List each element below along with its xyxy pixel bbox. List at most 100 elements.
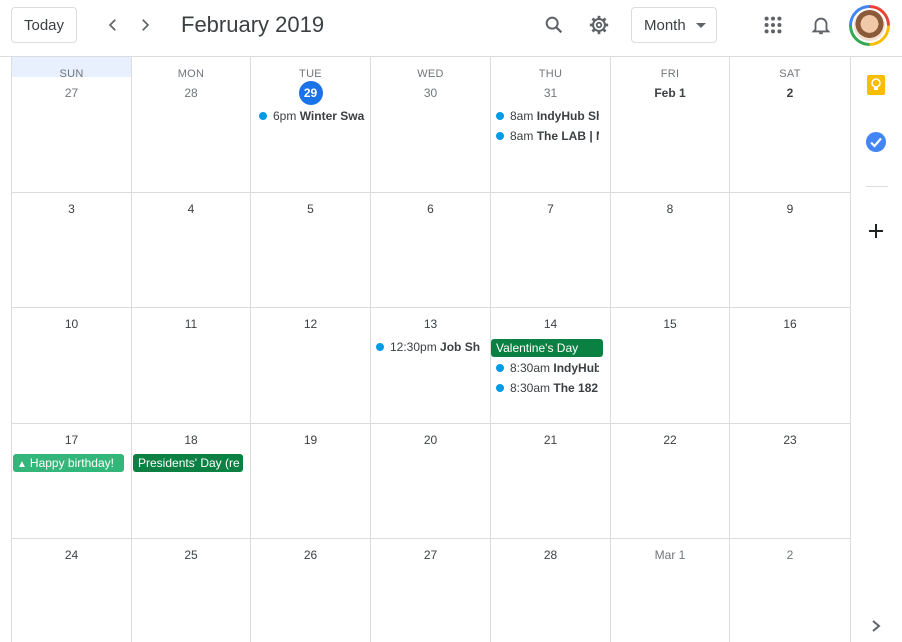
all-day-event-holiday[interactable]: Valentine's Day	[491, 339, 603, 357]
day-cell[interactable]: 25	[132, 539, 251, 642]
day-cell[interactable]: 18 Presidents' Day (re	[132, 424, 251, 538]
day-number[interactable]: 21	[491, 433, 610, 447]
day-cell[interactable]: FRI Feb 1	[611, 57, 730, 192]
day-cell[interactable]: 6	[371, 193, 491, 307]
day-number[interactable]: 26	[251, 548, 370, 562]
day-number[interactable]: 22	[611, 433, 729, 447]
expand-panel-button[interactable]	[865, 615, 887, 637]
day-number[interactable]: 27	[12, 86, 131, 100]
day-number[interactable]: 27	[371, 548, 490, 562]
day-number[interactable]: 2	[730, 548, 850, 562]
tasks-button[interactable]	[865, 131, 887, 153]
event-item[interactable]: 8am IndyHub Sh	[491, 107, 599, 125]
day-number[interactable]: 19	[251, 433, 370, 447]
day-cell[interactable]: 3	[12, 193, 132, 307]
day-number[interactable]: 30	[371, 86, 490, 100]
day-cell[interactable]: 4	[132, 193, 251, 307]
view-switcher[interactable]: Month	[631, 7, 717, 43]
event-dot-icon	[496, 384, 504, 392]
settings-button[interactable]	[585, 11, 613, 39]
day-number[interactable]: Mar 1	[611, 548, 729, 562]
day-cell[interactable]: Mar 1	[611, 539, 730, 642]
day-number[interactable]: 28	[491, 548, 610, 562]
day-number[interactable]: 8	[611, 202, 729, 216]
side-panel	[850, 57, 902, 642]
day-number[interactable]: 5	[251, 202, 370, 216]
event-item[interactable]: 8:30am IndyHub	[491, 359, 599, 377]
day-number[interactable]: 11	[132, 317, 250, 331]
day-cell[interactable]: 19	[251, 424, 371, 538]
day-number[interactable]: 28	[132, 86, 250, 100]
day-cell[interactable]: 15	[611, 308, 730, 423]
apps-button[interactable]	[759, 11, 787, 39]
day-number[interactable]: 12	[251, 317, 370, 331]
day-number[interactable]: 23	[730, 433, 850, 447]
day-cell[interactable]: 8	[611, 193, 730, 307]
all-day-event-birthday[interactable]: ▲ Happy birthday!	[13, 454, 124, 472]
event-item[interactable]: 8:30am The 182	[491, 379, 599, 397]
day-cell[interactable]: 10	[12, 308, 132, 423]
day-cell[interactable]: 21	[491, 424, 611, 538]
day-cell[interactable]: 14 Valentine's Day 8:30am IndyHub 8:30am…	[491, 308, 611, 423]
day-number[interactable]: 13	[371, 317, 490, 331]
day-cell[interactable]: 17 ▲ Happy birthday!	[12, 424, 132, 538]
day-number[interactable]: 15	[611, 317, 729, 331]
prev-month-button[interactable]	[99, 11, 127, 39]
day-cell[interactable]: 20	[371, 424, 491, 538]
today-button[interactable]: Today	[11, 7, 77, 43]
day-cell[interactable]: 13 12:30pm Job Sh	[371, 308, 491, 423]
today-marker[interactable]: 29	[298, 81, 323, 105]
divider	[866, 186, 888, 187]
day-number[interactable]: 25	[132, 548, 250, 562]
day-cell[interactable]: 22	[611, 424, 730, 538]
day-cell[interactable]: SAT 2	[730, 57, 851, 192]
day-number[interactable]: 20	[371, 433, 490, 447]
event-time: 12:30pm	[390, 340, 437, 354]
apps-grid-icon	[764, 16, 782, 34]
day-number[interactable]: 18	[132, 433, 250, 447]
all-day-event-holiday[interactable]: Presidents' Day (re	[133, 454, 243, 472]
event-item[interactable]: 12:30pm Job Sh	[371, 338, 489, 356]
day-number[interactable]: 3	[12, 202, 131, 216]
event-item[interactable]: 6pm Winter Swa	[254, 107, 368, 125]
day-number[interactable]: Feb 1	[611, 86, 729, 100]
search-button[interactable]	[540, 11, 568, 39]
day-cell[interactable]: 9	[730, 193, 851, 307]
day-cell[interactable]: 24	[12, 539, 132, 642]
day-cell[interactable]: 5	[251, 193, 371, 307]
day-cell[interactable]: 2	[730, 539, 851, 642]
day-number[interactable]: 9	[730, 202, 850, 216]
day-number[interactable]: 29	[251, 81, 370, 105]
day-cell[interactable]: 12	[251, 308, 371, 423]
day-number[interactable]: 31	[491, 86, 610, 100]
day-number[interactable]: 4	[132, 202, 250, 216]
event-item[interactable]: 8am The LAB | M	[491, 127, 599, 145]
day-cell[interactable]: 28	[491, 539, 611, 642]
day-cell[interactable]: MON 28	[132, 57, 251, 192]
day-cell[interactable]: SUN 27	[12, 57, 132, 192]
day-number[interactable]: 10	[12, 317, 131, 331]
account-avatar[interactable]	[849, 5, 890, 46]
day-cell[interactable]: TUE 29 6pm Winter Swa	[251, 57, 371, 192]
day-number[interactable]: 14	[491, 317, 610, 331]
event-title: The LAB | M	[536, 129, 599, 143]
next-month-button[interactable]	[131, 11, 159, 39]
day-cell[interactable]: 27	[371, 539, 491, 642]
day-cell[interactable]: 7	[491, 193, 611, 307]
notifications-button[interactable]	[807, 11, 835, 39]
day-cell[interactable]: 26	[251, 539, 371, 642]
event-dot-icon	[259, 112, 267, 120]
day-cell[interactable]: 11	[132, 308, 251, 423]
day-number[interactable]: 16	[730, 317, 850, 331]
day-cell[interactable]: 16	[730, 308, 851, 423]
add-addon-button[interactable]	[865, 220, 887, 242]
day-number[interactable]: 17	[12, 433, 131, 447]
day-cell[interactable]: WED 30	[371, 57, 491, 192]
day-cell[interactable]: THU 31 8am IndyHub Sh 8am The LAB | M	[491, 57, 611, 192]
day-number[interactable]: 24	[12, 548, 131, 562]
day-number[interactable]: 6	[371, 202, 490, 216]
day-number[interactable]: 2	[730, 86, 850, 100]
day-cell[interactable]: 23	[730, 424, 851, 538]
keep-button[interactable]	[865, 74, 887, 96]
day-number[interactable]: 7	[491, 202, 610, 216]
